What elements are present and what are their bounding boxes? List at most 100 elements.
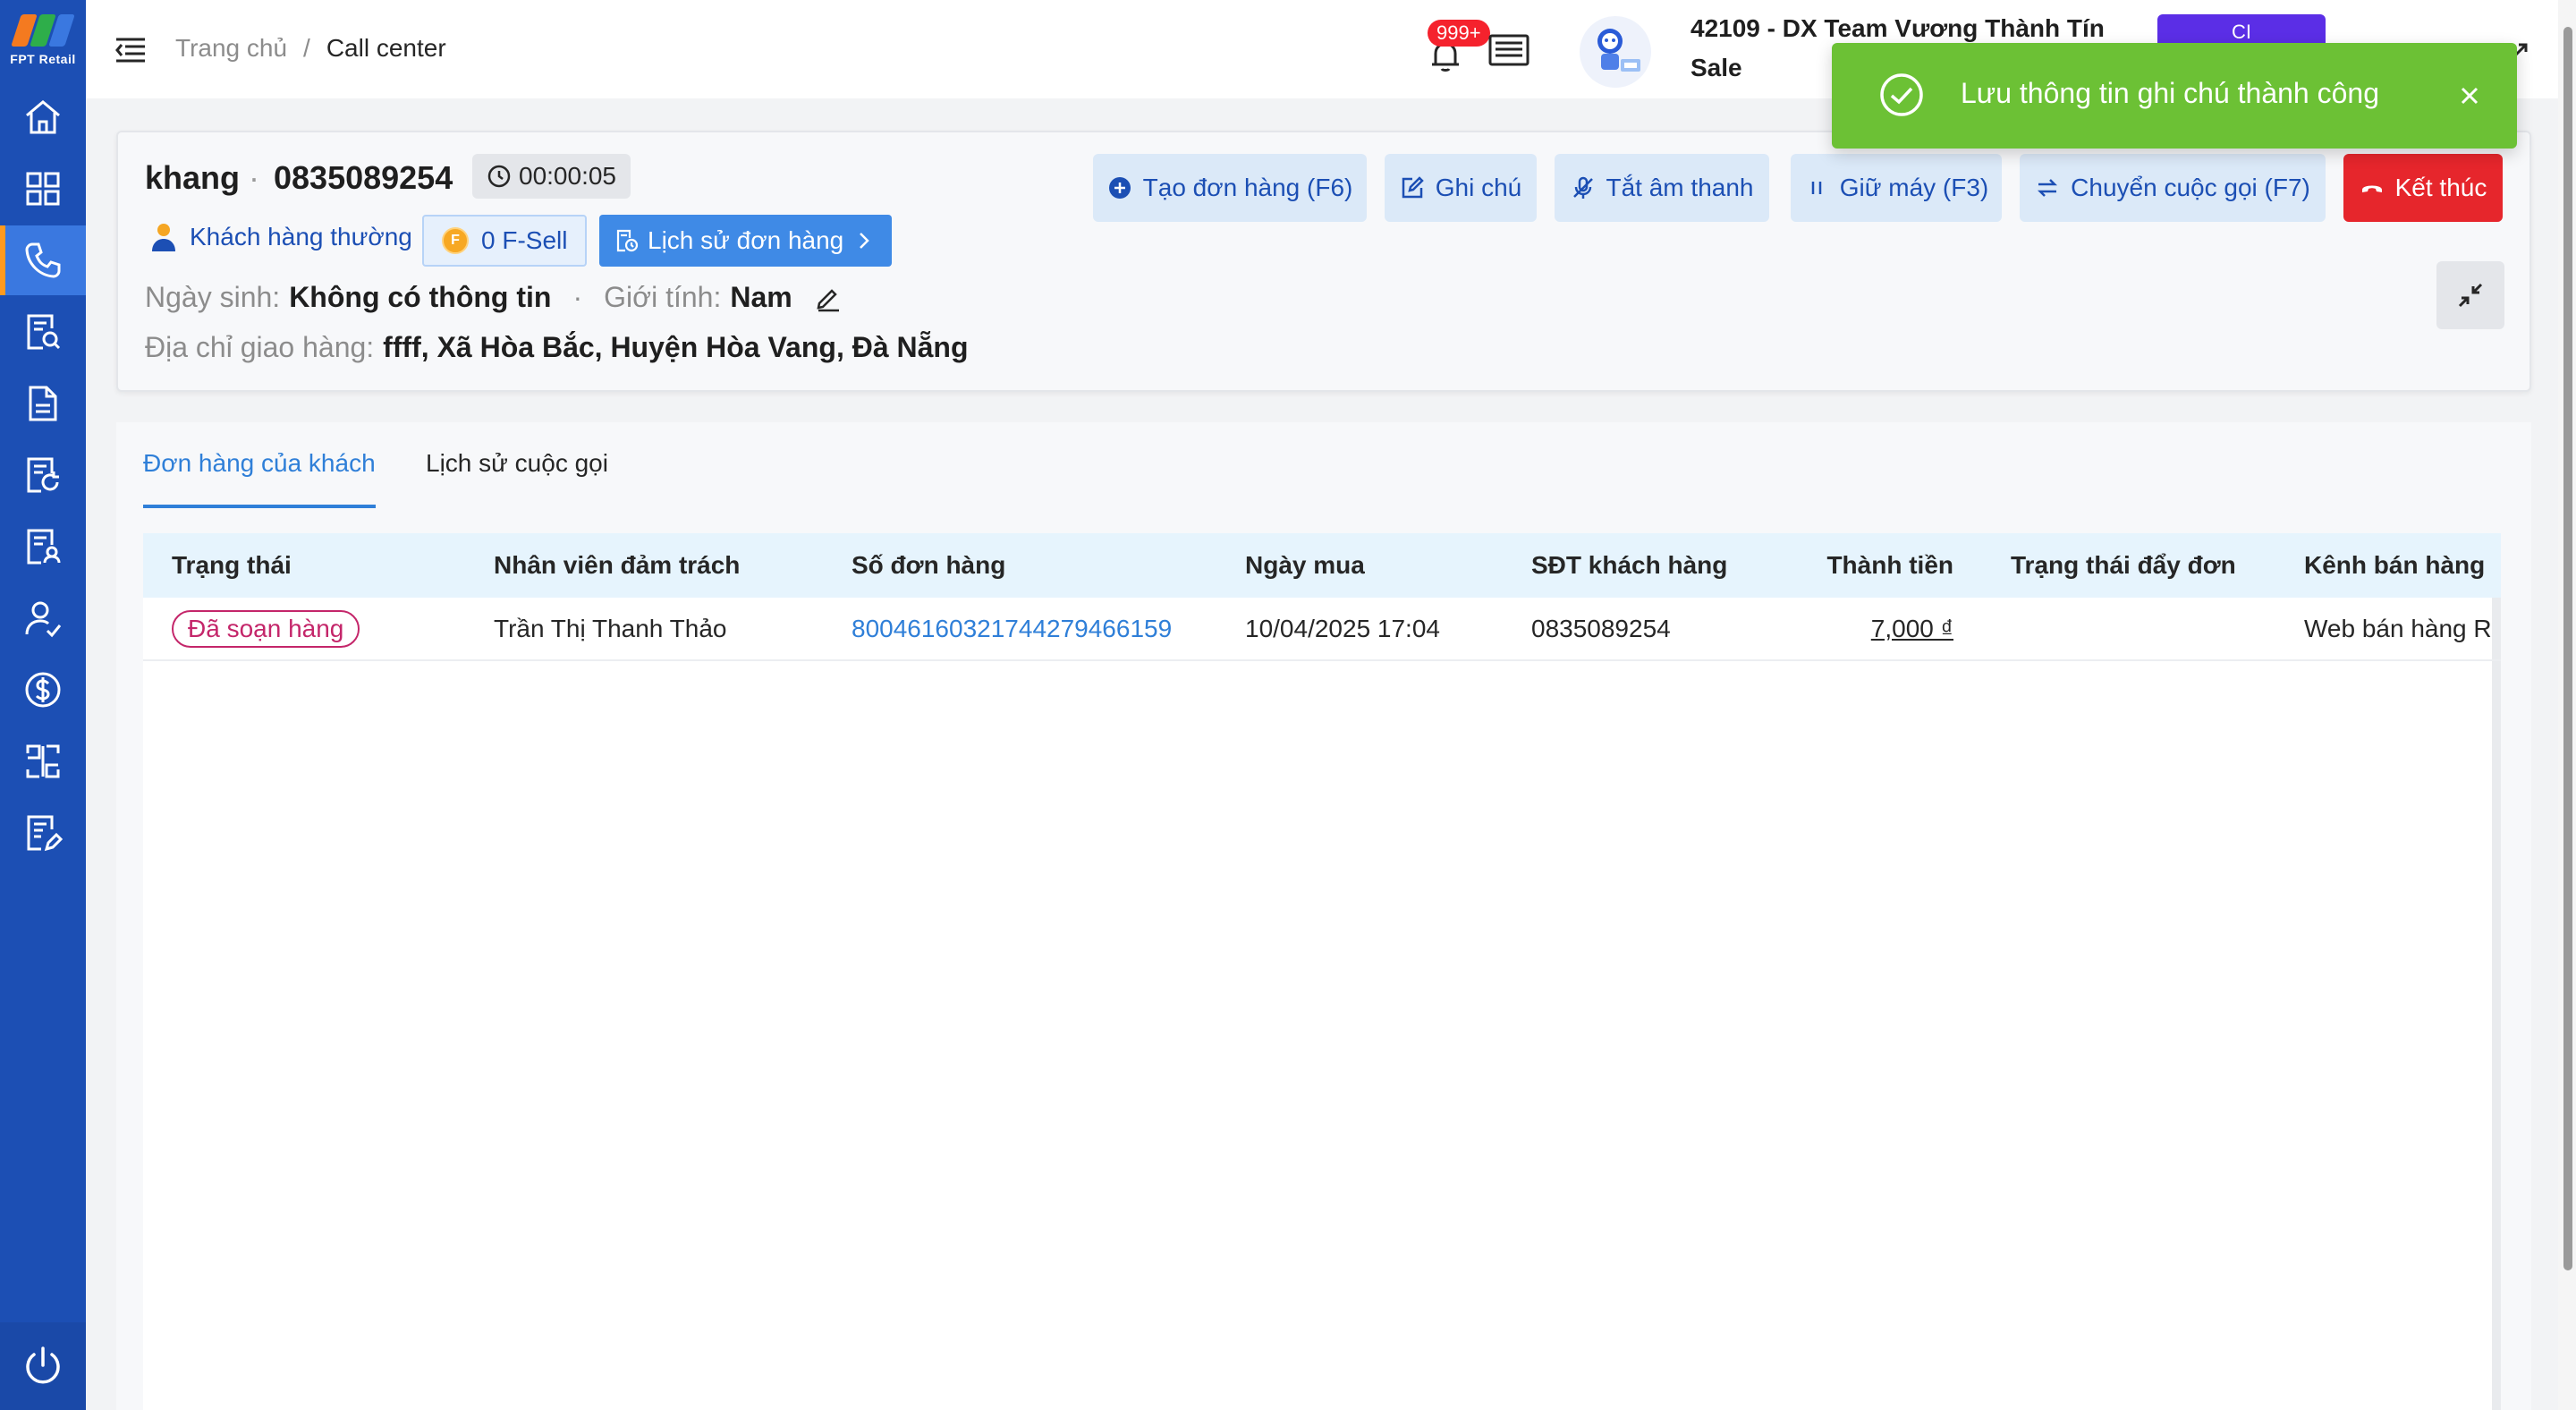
scrollbar-thumb[interactable]: [2563, 27, 2572, 1270]
orders-table: Trạng thái Nhân viên đảm trách Số đơn hà…: [143, 533, 2501, 1410]
plus-circle-icon: [1108, 177, 1131, 199]
logout-button[interactable]: [0, 1322, 86, 1410]
sidebar-item-call-center[interactable]: [0, 225, 86, 295]
sidebar-item-document-edit[interactable]: [0, 798, 86, 868]
grid-icon: [26, 172, 60, 206]
sidebar-item-order-search[interactable]: [0, 297, 86, 367]
document-search-icon: [27, 314, 61, 350]
customer-type: Khách hàng thường: [150, 222, 412, 252]
logo-text: FPT Retail: [10, 52, 76, 66]
sidebar-item-dashboard[interactable]: [0, 154, 86, 224]
user-role: Sale: [1690, 54, 1742, 81]
end-call-button[interactable]: Kết thúc: [2343, 154, 2503, 222]
sidebar-item-documents[interactable]: [0, 369, 86, 438]
note-label: Ghi chú: [1435, 174, 1522, 201]
home-icon: [26, 100, 60, 134]
toast-message: Lưu thông tin ghi chú thành công: [1961, 77, 2379, 109]
sidebar-item-finance[interactable]: [0, 655, 86, 725]
breadcrumb-separator: /: [303, 34, 310, 62]
sidebar-item-home[interactable]: [0, 82, 86, 152]
create-order-button[interactable]: Tạo đơn hàng (F6): [1093, 154, 1367, 222]
birthday-value: Không có thông tin: [289, 281, 552, 313]
call-timer: 00:00:05: [472, 154, 631, 199]
user-icon: [152, 224, 175, 251]
order-history-button[interactable]: Lịch sử đơn hàng: [599, 215, 893, 267]
phone-icon: [25, 242, 61, 278]
breadcrumb-home[interactable]: Trang chủ: [175, 34, 287, 63]
table-row[interactable]: Đã soạn hàng Trần Thị Thanh Thảo 8004616…: [143, 598, 2501, 661]
document-edit-icon: [27, 815, 64, 852]
customer-name: khang: [145, 159, 241, 196]
chevron-right-icon: [860, 233, 870, 249]
amount-cell: 7,000 ₫: [1762, 598, 1953, 661]
minimize-icon: [2458, 283, 2483, 308]
transfer-call-label: Chuyển cuộc gọi (F7): [2071, 174, 2310, 201]
sidebar-item-document-user[interactable]: [0, 512, 86, 582]
customer-phone: 0835089254: [274, 159, 453, 196]
address-row: Địa chỉ giao hàng: ffff, Xã Hòa Bắc, Huy…: [145, 331, 969, 364]
news-icon[interactable]: [1487, 30, 1531, 70]
amount-value: 7,000 ₫: [1870, 614, 1953, 642]
close-icon[interactable]: [2456, 82, 2483, 109]
create-order-label: Tạo đơn hàng (F6): [1142, 174, 1353, 201]
column-header[interactable]: SĐT khách hàng: [1503, 533, 1762, 598]
customer-phone-cell: 0835089254: [1503, 598, 1762, 661]
tab-customer-orders[interactable]: Đơn hàng của khách: [143, 449, 376, 508]
end-call-label: Kết thúc: [2394, 174, 2487, 201]
breadcrumb-current: Call center: [326, 34, 446, 62]
document-refresh-icon: [27, 457, 59, 493]
breadcrumb: Trang chủ / Call center: [175, 34, 446, 63]
column-header[interactable]: Nhân viên đảm trách: [465, 533, 823, 598]
birthday-label: Ngày sinh:: [145, 281, 281, 313]
mute-label: Tắt âm thanh: [1606, 174, 1754, 201]
address-value: ffff, Xã Hòa Bắc, Huyện Hòa Vang, Đà Nẵn…: [383, 331, 969, 363]
success-toast: Lưu thông tin ghi chú thành công: [1832, 43, 2517, 149]
purchase-date-cell: 10/04/2025 17:04: [1216, 598, 1503, 661]
menu-collapse-icon[interactable]: [113, 32, 148, 68]
status-badge: Đã soạn hàng: [172, 609, 360, 648]
column-header[interactable]: Kênh bán hàng: [2275, 533, 2501, 598]
mute-button[interactable]: Tắt âm thanh: [1555, 154, 1769, 222]
name-separator: ·: [249, 159, 259, 196]
check-circle-icon: [1880, 73, 1923, 116]
fpt-retail-logo[interactable]: FPT Retail: [0, 0, 86, 81]
power-icon: [26, 1346, 60, 1384]
order-number-link[interactable]: 80046160321744279466159: [823, 598, 1216, 661]
dollar-circle-icon: [25, 672, 61, 708]
document-user-icon: [27, 529, 61, 565]
call-timer-value: 00:00:05: [519, 162, 616, 190]
sidebar-item-scan[interactable]: [0, 726, 86, 796]
notification-badge: 999+: [1428, 20, 1490, 47]
edit-icon[interactable]: [814, 284, 843, 312]
birth-gender-row: Ngày sinh: Không có thông tin · Giới tín…: [145, 281, 843, 314]
column-header[interactable]: Thành tiền: [1762, 533, 1953, 598]
collapse-button[interactable]: [2436, 261, 2504, 329]
staff-cell: Trần Thị Thanh Thảo: [465, 598, 823, 661]
microphone-off-icon: [1572, 176, 1593, 199]
avatar[interactable]: [1580, 16, 1651, 88]
fcoin-icon: F: [442, 227, 469, 254]
column-header[interactable]: Trạng thái đẩy đơn: [1953, 533, 2275, 598]
clock-icon: [487, 165, 511, 188]
note-button[interactable]: Ghi chú: [1385, 154, 1537, 222]
table-header-row: Trạng thái Nhân viên đảm trách Số đơn hà…: [143, 533, 2501, 598]
column-header[interactable]: Ngày mua: [1216, 533, 1503, 598]
pause-icon: [1811, 182, 1821, 194]
column-header[interactable]: Số đơn hàng: [823, 533, 1216, 598]
customer-type-label: Khách hàng thường: [190, 223, 412, 251]
hang-up-icon: [2361, 185, 2382, 192]
sidebar: FPT Retail: [0, 0, 86, 1410]
info-separator: ·: [572, 281, 583, 313]
tab-call-history[interactable]: Lịch sử cuộc gọi: [426, 449, 608, 505]
document-icon: [29, 386, 57, 421]
transfer-call-button[interactable]: Chuyển cuộc gọi (F7): [2020, 154, 2326, 222]
user-name: 42109 - DX Team Vương Thành Tín: [1690, 14, 2105, 42]
sidebar-item-document-refresh[interactable]: [0, 440, 86, 510]
hold-button[interactable]: Giữ máy (F3): [1791, 154, 2002, 222]
logo-marks: [11, 14, 75, 47]
address-label: Địa chỉ giao hàng:: [145, 331, 375, 363]
column-header[interactable]: Trạng thái: [143, 533, 465, 598]
fsell-badge[interactable]: F 0 F-Sell: [422, 215, 588, 267]
sidebar-item-user-check[interactable]: [0, 583, 86, 653]
push-status-cell: [1953, 598, 2275, 661]
